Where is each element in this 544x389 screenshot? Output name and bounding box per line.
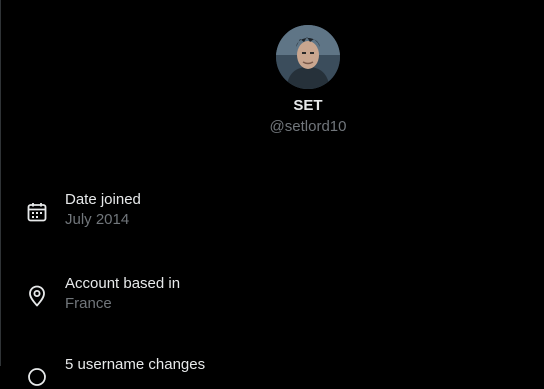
location-pin-icon bbox=[29, 285, 45, 307]
account-based-in-value: France bbox=[65, 295, 112, 312]
username-history-icon bbox=[28, 368, 46, 386]
avatar-image bbox=[276, 25, 340, 89]
about-row-username-changes: 5 username changes bbox=[25, 355, 205, 389]
account-based-in-label: Account based in bbox=[65, 275, 181, 292]
about-row-date-joined: Date joined July 2014 bbox=[25, 190, 141, 229]
avatar[interactable] bbox=[276, 25, 340, 89]
display-name: SET bbox=[293, 97, 323, 114]
date-joined-value: July 2014 bbox=[65, 211, 130, 228]
username-handle: @setlord10 bbox=[269, 118, 347, 135]
about-row-account-location: Account based in France bbox=[25, 274, 180, 313]
calendar-icon bbox=[27, 203, 47, 222]
username-changes-label: 5 username changes bbox=[65, 356, 206, 373]
profile-header: SET @setlord10 bbox=[0, 25, 544, 136]
date-joined-label: Date joined bbox=[65, 191, 141, 208]
